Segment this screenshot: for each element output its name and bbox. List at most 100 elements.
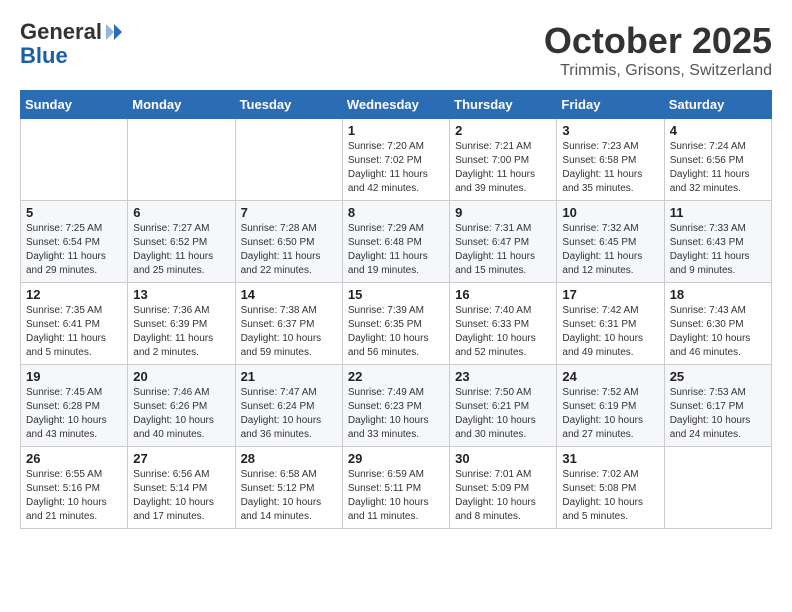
calendar-cell: 22 Sunrise: 7:49 AM Sunset: 6:23 PM Dayli… bbox=[342, 365, 449, 447]
calendar-cell: 7 Sunrise: 7:28 AM Sunset: 6:50 PM Daylig… bbox=[235, 201, 342, 283]
day-info: Sunrise: 6:56 AM Sunset: 5:14 PM Dayligh… bbox=[133, 468, 229, 524]
location-text: Trimmis, Grisons, Switzerland bbox=[544, 62, 772, 80]
calendar-cell: 20 Sunrise: 7:46 AM Sunset: 6:26 PM Dayli… bbox=[128, 365, 235, 447]
calendar-cell: 15 Sunrise: 7:39 AM Sunset: 6:35 PM Dayli… bbox=[342, 283, 449, 365]
day-number: 15 bbox=[348, 287, 444, 302]
day-info: Sunrise: 7:53 AM Sunset: 6:17 PM Dayligh… bbox=[670, 386, 766, 442]
day-number: 9 bbox=[455, 205, 551, 220]
weekday-header-monday: Monday bbox=[128, 91, 235, 119]
weekday-header-friday: Friday bbox=[557, 91, 664, 119]
day-number: 14 bbox=[241, 287, 337, 302]
calendar-cell: 31 Sunrise: 7:02 AM Sunset: 5:08 PM Dayli… bbox=[557, 447, 664, 529]
day-info: Sunrise: 7:02 AM Sunset: 5:08 PM Dayligh… bbox=[562, 468, 658, 524]
day-number: 22 bbox=[348, 369, 444, 384]
calendar-cell bbox=[128, 119, 235, 201]
day-info: Sunrise: 7:47 AM Sunset: 6:24 PM Dayligh… bbox=[241, 386, 337, 442]
calendar-cell: 29 Sunrise: 6:59 AM Sunset: 5:11 PM Dayli… bbox=[342, 447, 449, 529]
calendar-week-1: 1 Sunrise: 7:20 AM Sunset: 7:02 PM Daylig… bbox=[21, 119, 772, 201]
day-number: 13 bbox=[133, 287, 229, 302]
day-info: Sunrise: 7:31 AM Sunset: 6:47 PM Dayligh… bbox=[455, 222, 551, 278]
day-info: Sunrise: 7:20 AM Sunset: 7:02 PM Dayligh… bbox=[348, 140, 444, 196]
day-number: 17 bbox=[562, 287, 658, 302]
day-info: Sunrise: 7:25 AM Sunset: 6:54 PM Dayligh… bbox=[26, 222, 122, 278]
day-number: 11 bbox=[670, 205, 766, 220]
day-number: 5 bbox=[26, 205, 122, 220]
calendar-table: SundayMondayTuesdayWednesdayThursdayFrid… bbox=[20, 90, 772, 529]
calendar-cell: 12 Sunrise: 7:35 AM Sunset: 6:41 PM Dayli… bbox=[21, 283, 128, 365]
day-info: Sunrise: 7:29 AM Sunset: 6:48 PM Dayligh… bbox=[348, 222, 444, 278]
day-info: Sunrise: 7:45 AM Sunset: 6:28 PM Dayligh… bbox=[26, 386, 122, 442]
calendar-cell: 14 Sunrise: 7:38 AM Sunset: 6:37 PM Dayli… bbox=[235, 283, 342, 365]
calendar-cell bbox=[21, 119, 128, 201]
day-info: Sunrise: 7:23 AM Sunset: 6:58 PM Dayligh… bbox=[562, 140, 658, 196]
day-number: 30 bbox=[455, 451, 551, 466]
weekday-header-sunday: Sunday bbox=[21, 91, 128, 119]
weekday-header-tuesday: Tuesday bbox=[235, 91, 342, 119]
day-info: Sunrise: 7:28 AM Sunset: 6:50 PM Dayligh… bbox=[241, 222, 337, 278]
calendar-cell: 18 Sunrise: 7:43 AM Sunset: 6:30 PM Dayli… bbox=[664, 283, 771, 365]
day-info: Sunrise: 7:24 AM Sunset: 6:56 PM Dayligh… bbox=[670, 140, 766, 196]
day-info: Sunrise: 7:38 AM Sunset: 6:37 PM Dayligh… bbox=[241, 304, 337, 360]
calendar-cell: 2 Sunrise: 7:21 AM Sunset: 7:00 PM Daylig… bbox=[450, 119, 557, 201]
day-number: 3 bbox=[562, 123, 658, 138]
day-number: 28 bbox=[241, 451, 337, 466]
day-number: 20 bbox=[133, 369, 229, 384]
day-info: Sunrise: 6:59 AM Sunset: 5:11 PM Dayligh… bbox=[348, 468, 444, 524]
day-number: 19 bbox=[26, 369, 122, 384]
logo-blue-text: Blue bbox=[20, 44, 124, 68]
day-info: Sunrise: 7:36 AM Sunset: 6:39 PM Dayligh… bbox=[133, 304, 229, 360]
weekday-header-thursday: Thursday bbox=[450, 91, 557, 119]
calendar-cell: 9 Sunrise: 7:31 AM Sunset: 6:47 PM Daylig… bbox=[450, 201, 557, 283]
day-number: 18 bbox=[670, 287, 766, 302]
logo: General Blue bbox=[20, 20, 124, 68]
day-info: Sunrise: 7:35 AM Sunset: 6:41 PM Dayligh… bbox=[26, 304, 122, 360]
day-info: Sunrise: 6:55 AM Sunset: 5:16 PM Dayligh… bbox=[26, 468, 122, 524]
calendar-week-2: 5 Sunrise: 7:25 AM Sunset: 6:54 PM Daylig… bbox=[21, 201, 772, 283]
day-number: 12 bbox=[26, 287, 122, 302]
day-info: Sunrise: 7:39 AM Sunset: 6:35 PM Dayligh… bbox=[348, 304, 444, 360]
calendar-cell: 4Sunrise: 7:24 AM Sunset: 6:56 PM Daylig… bbox=[664, 119, 771, 201]
weekday-header-wednesday: Wednesday bbox=[342, 91, 449, 119]
month-title: October 2025 bbox=[544, 20, 772, 62]
calendar-cell: 27Sunrise: 6:56 AM Sunset: 5:14 PM Dayli… bbox=[128, 447, 235, 529]
calendar-cell: 8Sunrise: 7:29 AM Sunset: 6:48 PM Daylig… bbox=[342, 201, 449, 283]
day-number: 29 bbox=[348, 451, 444, 466]
calendar-cell bbox=[664, 447, 771, 529]
day-number: 16 bbox=[455, 287, 551, 302]
calendar-cell: 30 Sunrise: 7:01 AM Sunset: 5:09 PM Dayli… bbox=[450, 447, 557, 529]
calendar-cell: 21Sunrise: 7:47 AM Sunset: 6:24 PM Dayli… bbox=[235, 365, 342, 447]
calendar-cell: 5 Sunrise: 7:25 AM Sunset: 6:54 PM Daylig… bbox=[21, 201, 128, 283]
calendar-cell: 11 Sunrise: 7:33 AM Sunset: 6:43 PM Dayli… bbox=[664, 201, 771, 283]
day-number: 31 bbox=[562, 451, 658, 466]
day-info: Sunrise: 7:46 AM Sunset: 6:26 PM Dayligh… bbox=[133, 386, 229, 442]
day-info: Sunrise: 7:50 AM Sunset: 6:21 PM Dayligh… bbox=[455, 386, 551, 442]
logo-general-text: General bbox=[20, 20, 102, 44]
day-info: Sunrise: 7:32 AM Sunset: 6:45 PM Dayligh… bbox=[562, 222, 658, 278]
calendar-cell: 1 Sunrise: 7:20 AM Sunset: 7:02 PM Daylig… bbox=[342, 119, 449, 201]
logo-icon bbox=[104, 22, 124, 42]
calendar-cell: 23Sunrise: 7:50 AM Sunset: 6:21 PM Dayli… bbox=[450, 365, 557, 447]
title-area: October 2025 Trimmis, Grisons, Switzerla… bbox=[544, 20, 772, 80]
day-info: Sunrise: 7:43 AM Sunset: 6:30 PM Dayligh… bbox=[670, 304, 766, 360]
day-info: Sunrise: 7:52 AM Sunset: 6:19 PM Dayligh… bbox=[562, 386, 658, 442]
day-info: Sunrise: 6:58 AM Sunset: 5:12 PM Dayligh… bbox=[241, 468, 337, 524]
day-info: Sunrise: 7:49 AM Sunset: 6:23 PM Dayligh… bbox=[348, 386, 444, 442]
calendar-week-4: 19 Sunrise: 7:45 AM Sunset: 6:28 PM Dayli… bbox=[21, 365, 772, 447]
page-header: General Blue October 2025 Trimmis, Griso… bbox=[20, 20, 772, 80]
calendar-cell: 24Sunrise: 7:52 AM Sunset: 6:19 PM Dayli… bbox=[557, 365, 664, 447]
calendar-cell: 17Sunrise: 7:42 AM Sunset: 6:31 PM Dayli… bbox=[557, 283, 664, 365]
day-number: 10 bbox=[562, 205, 658, 220]
day-info: Sunrise: 7:33 AM Sunset: 6:43 PM Dayligh… bbox=[670, 222, 766, 278]
calendar-cell: 10 Sunrise: 7:32 AM Sunset: 6:45 PM Dayli… bbox=[557, 201, 664, 283]
day-info: Sunrise: 7:21 AM Sunset: 7:00 PM Dayligh… bbox=[455, 140, 551, 196]
calendar-cell: 25Sunrise: 7:53 AM Sunset: 6:17 PM Dayli… bbox=[664, 365, 771, 447]
day-number: 2 bbox=[455, 123, 551, 138]
day-info: Sunrise: 7:40 AM Sunset: 6:33 PM Dayligh… bbox=[455, 304, 551, 360]
day-info: Sunrise: 7:01 AM Sunset: 5:09 PM Dayligh… bbox=[455, 468, 551, 524]
day-number: 1 bbox=[348, 123, 444, 138]
day-number: 6 bbox=[133, 205, 229, 220]
calendar-cell bbox=[235, 119, 342, 201]
calendar-cell: 3 Sunrise: 7:23 AM Sunset: 6:58 PM Daylig… bbox=[557, 119, 664, 201]
day-number: 7 bbox=[241, 205, 337, 220]
calendar-week-3: 12 Sunrise: 7:35 AM Sunset: 6:41 PM Dayli… bbox=[21, 283, 772, 365]
